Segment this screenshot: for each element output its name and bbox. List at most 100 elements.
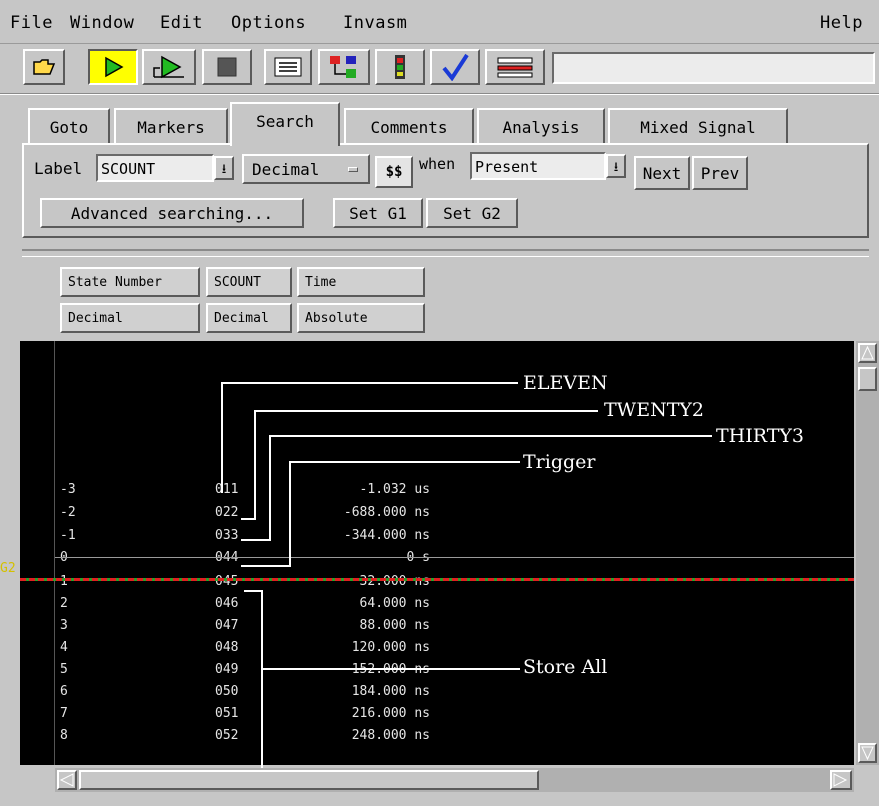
time-cell: 64.000 ns — [359, 596, 430, 611]
tab-mixed-signal[interactable]: Mixed Signal — [608, 108, 788, 144]
column-time-name[interactable]: Time — [297, 267, 425, 297]
state-cell: 6 — [60, 684, 68, 699]
table-row[interactable]: -3 011 -1.032 us — [55, 481, 854, 501]
menu-help[interactable]: Help — [820, 13, 863, 33]
base-select[interactable]: Decimal — [242, 154, 370, 184]
scroll-down-button[interactable] — [858, 743, 877, 763]
table-row[interactable]: 8 052 248.000 ns — [55, 727, 854, 747]
menu-bar: File Window Edit Options Invasm Help — [0, 0, 879, 44]
option-menu-icon — [348, 167, 358, 172]
trigger-row-line — [55, 557, 854, 558]
table-row[interactable]: 2 046 64.000 ns — [55, 595, 854, 615]
module-icon — [395, 55, 405, 79]
when-dropdown-arrow[interactable]: ⭳ — [606, 154, 626, 178]
label-select[interactable]: SCOUNT — [96, 154, 214, 182]
scount-cell: 050 — [215, 684, 239, 699]
menu-options[interactable]: Options — [231, 13, 306, 33]
tab-analysis[interactable]: Analysis — [477, 108, 605, 144]
g2-marker-line[interactable] — [20, 578, 854, 581]
table-row[interactable]: 6 050 184.000 ns — [55, 683, 854, 703]
when-select[interactable]: Present — [470, 152, 606, 180]
listing-button[interactable] — [264, 49, 312, 85]
overview-icon — [330, 56, 356, 78]
splitter[interactable] — [22, 249, 869, 257]
run-repetitive-button[interactable] — [142, 49, 196, 85]
table-row[interactable]: -2 022 -688.000 ns — [55, 504, 854, 524]
menu-edit[interactable]: Edit — [160, 13, 203, 33]
state-cell: 3 — [60, 618, 68, 633]
tools-icon — [497, 57, 533, 78]
dropdown-arrow-icon: ⭳ — [613, 160, 619, 175]
pattern-value-button[interactable]: $$ — [375, 156, 413, 188]
column-scount-base[interactable]: Decimal — [206, 303, 292, 333]
tab-search[interactable]: Search — [230, 102, 340, 146]
play-icon — [105, 56, 124, 78]
table-row[interactable]: 00440 s — [55, 549, 854, 569]
next-button[interactable]: Next — [634, 156, 690, 190]
table-row[interactable]: 7 051 216.000 ns — [55, 705, 854, 725]
tab-comments[interactable]: Comments — [344, 108, 474, 144]
scount-cell: 049 — [215, 662, 239, 677]
set-g2-button[interactable]: Set G2 — [426, 198, 518, 228]
menu-window[interactable]: Window — [70, 13, 134, 33]
column-state-number-name[interactable]: State Number — [60, 267, 200, 297]
horizontal-scrollbar[interactable] — [55, 768, 854, 792]
callout-twenty2: TWENTY2 — [604, 399, 705, 421]
column-header-area: State Number Decimal SCOUNT Decimal Time… — [22, 259, 854, 339]
label-dropdown-arrow[interactable]: ⭳ — [214, 156, 234, 180]
open-file-button[interactable] — [23, 49, 65, 85]
scroll-up-button[interactable] — [858, 343, 877, 363]
arrow-right-icon — [833, 773, 848, 787]
search-panel: Label SCOUNT ⭳ Decimal $$ when Present ⭳… — [22, 143, 869, 238]
prev-button[interactable]: Prev — [692, 156, 748, 190]
run-single-button[interactable] — [88, 49, 138, 85]
advanced-searching-button[interactable]: Advanced searching... — [40, 198, 304, 228]
table-row[interactable]: 5 049 152.000 ns — [55, 661, 854, 681]
logic-analyzer-window: File Window Edit Options Invasm Help Got… — [0, 0, 879, 806]
stop-button[interactable] — [202, 49, 252, 85]
folder-open-icon — [33, 59, 56, 75]
menu-file[interactable]: File — [10, 13, 53, 33]
scount-cell: 022 — [215, 505, 239, 520]
table-row[interactable]: 3 047 88.000 ns — [55, 617, 854, 637]
set-g1-button[interactable]: Set G1 — [333, 198, 423, 228]
callout-trigger: Trigger — [523, 451, 596, 473]
stop-icon — [217, 57, 237, 77]
menu-invasm[interactable]: Invasm — [343, 13, 407, 33]
scount-cell: 045 — [215, 574, 239, 589]
callout-store-all: Store All — [523, 656, 608, 678]
label-caption: Label — [34, 159, 83, 178]
state-cell: 4 — [60, 640, 68, 655]
table-row[interactable]: 4 048 120.000 ns — [55, 639, 854, 659]
g2-marker-label: G2 — [0, 561, 16, 576]
setup-tools-button[interactable] — [485, 49, 545, 85]
time-cell: 184.000 ns — [351, 684, 430, 699]
time-cell: 32.000 ns — [359, 574, 430, 589]
state-cell: -3 — [60, 482, 76, 497]
vertical-scrollbar[interactable] — [856, 341, 879, 765]
tab-markers[interactable]: Markers — [114, 108, 228, 144]
scroll-right-button[interactable] — [830, 770, 852, 790]
listing-display[interactable]: -3 011 -1.032 us -2 022 -688.000 ns -1 033 -344.… — [55, 341, 854, 765]
tab-goto[interactable]: Goto — [28, 108, 110, 144]
state-cell: 7 — [60, 706, 68, 721]
state-cell: 1 — [60, 574, 68, 589]
arrow-left-icon — [59, 773, 74, 787]
horizontal-scroll-thumb[interactable] — [79, 770, 539, 790]
column-scount-name[interactable]: SCOUNT — [206, 267, 292, 297]
when-caption: when — [419, 155, 456, 173]
column-state-number-base[interactable]: Decimal — [60, 303, 200, 333]
scroll-left-button[interactable] — [57, 770, 77, 790]
arrow-down-icon — [861, 746, 874, 761]
column-time-base[interactable]: Absolute — [297, 303, 425, 333]
time-cell: 120.000 ns — [351, 640, 430, 655]
table-row[interactable]: -1 033 -344.000 ns — [55, 527, 854, 547]
vertical-scroll-thumb[interactable] — [858, 367, 877, 391]
overview-button[interactable] — [318, 49, 370, 85]
scount-cell: 052 — [215, 728, 239, 743]
module-button[interactable] — [375, 49, 425, 85]
check-button[interactable] — [430, 49, 480, 85]
table-row[interactable]: 1 045 32.000 ns — [55, 573, 854, 593]
toolbar-status-field[interactable] — [552, 52, 875, 84]
time-cell: 152.000 ns — [351, 662, 430, 677]
